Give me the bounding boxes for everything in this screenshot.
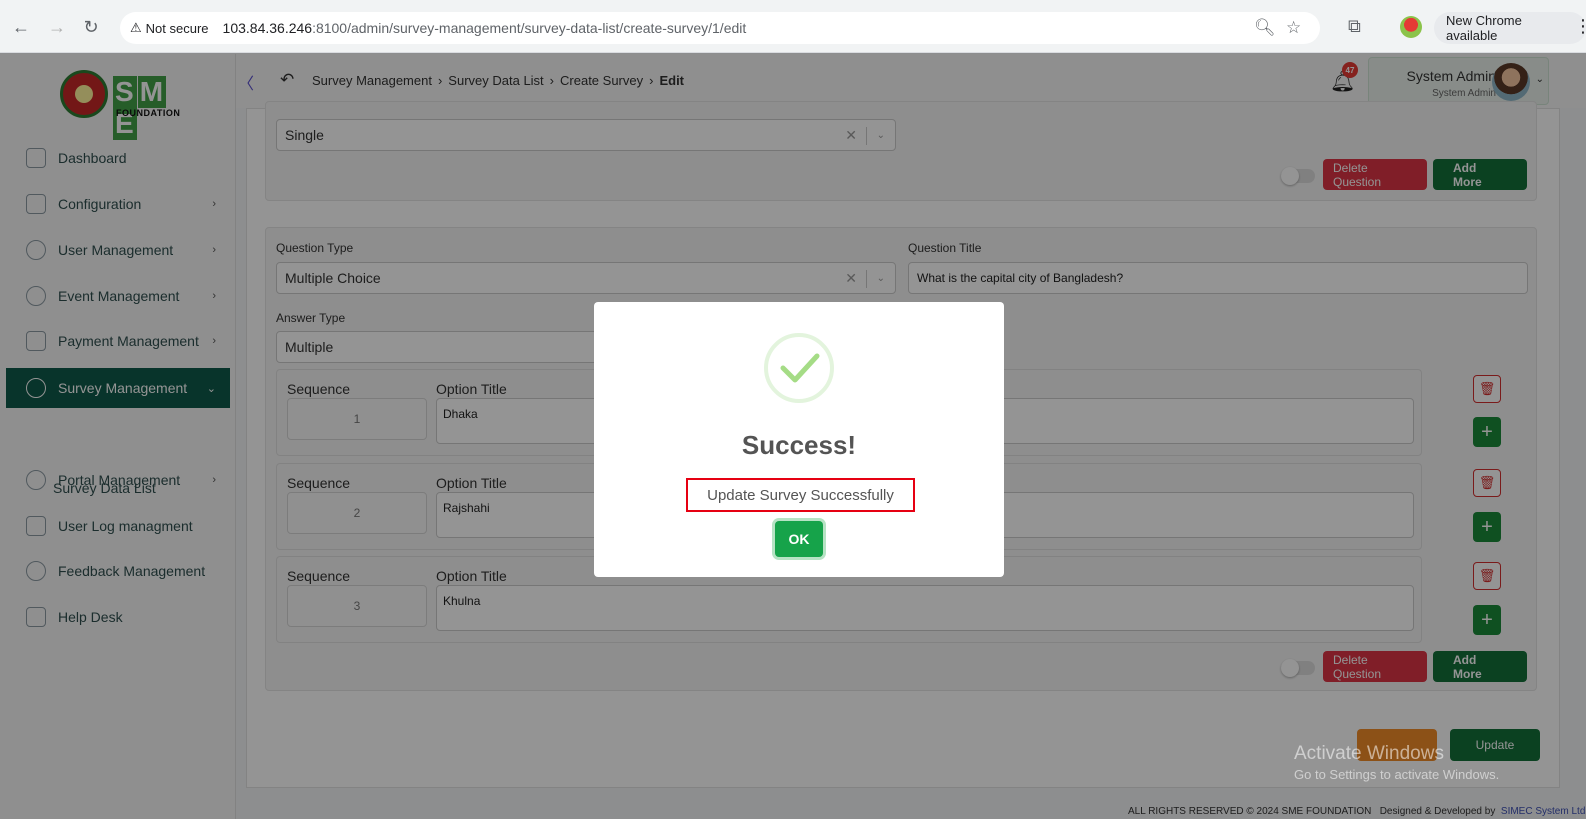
checkmark-icon: [780, 353, 820, 383]
warning-icon: ⚠: [130, 20, 142, 35]
security-label: Not secure: [145, 20, 209, 36]
profile-avatar-icon[interactable]: [1400, 16, 1422, 38]
zoom-icon[interactable]: 🔍︎: [1254, 18, 1276, 38]
dialog-message: Update Survey Successfully: [686, 478, 915, 512]
security-indicator[interactable]: ⚠ Not secure: [130, 20, 217, 36]
url-text: 103.84.36.246:8100/admin/survey-manageme…: [223, 20, 747, 36]
extensions-icon[interactable]: ⧉: [1348, 16, 1361, 37]
new-chrome-button[interactable]: New Chrome available: [1434, 12, 1586, 44]
back-arrow-icon[interactable]: ←: [8, 14, 34, 40]
ok-button[interactable]: OK: [775, 521, 823, 557]
success-dialog: Success! Update Survey Successfully OK: [594, 302, 1004, 577]
bookmark-star-icon[interactable]: ☆: [1286, 18, 1301, 38]
address-bar[interactable]: ⚠ Not secure 103.84.36.246:8100/admin/su…: [120, 12, 1320, 44]
forward-arrow-icon[interactable]: →: [44, 14, 70, 40]
dialog-title: Success!: [741, 430, 857, 460]
success-check-icon: [764, 333, 834, 403]
browser-menu-icon[interactable]: ⋮: [1574, 16, 1586, 37]
windows-activation-watermark: Activate Windows Go to Settings to activ…: [1294, 743, 1500, 782]
reload-icon[interactable]: ↻: [78, 14, 104, 40]
browser-toolbar: ← → ↻ ⚠ Not secure 103.84.36.246:8100/ad…: [0, 0, 1586, 53]
url-host: 103.84.36.246: [222, 20, 313, 36]
url-path: :8100/admin/survey-management/survey-dat…: [312, 20, 747, 36]
